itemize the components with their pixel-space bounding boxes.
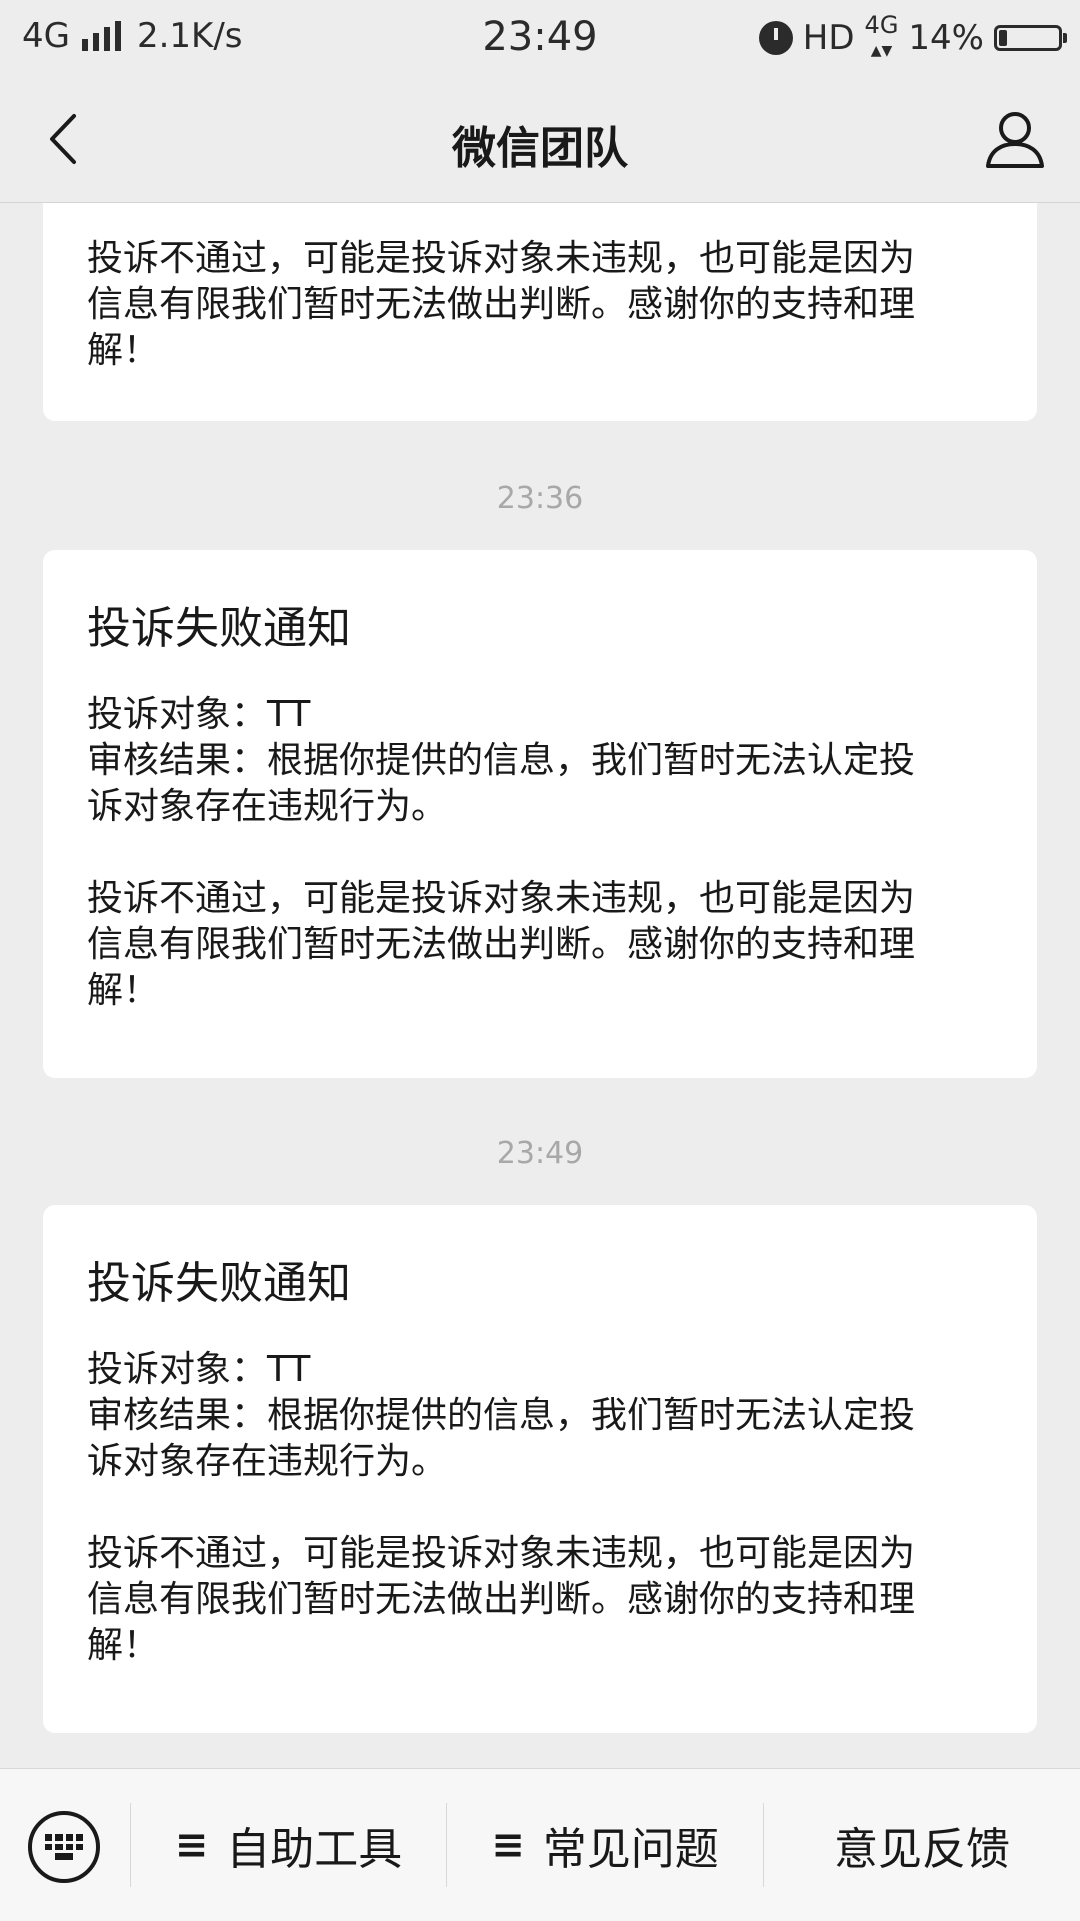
complaint-target: 投诉对象：TT xyxy=(87,694,311,735)
menu-label: 意见反馈 xyxy=(834,1824,1010,1875)
status-bar: 4G 2.1K/s 23:49 HD 4G ▲▼ 14% xyxy=(0,0,1080,76)
menu-label: 常见问题 xyxy=(542,1824,719,1875)
alarm-icon xyxy=(758,21,793,55)
message-body-line: 信息有限我们暂时无法做出判断。感谢你的支持和理 xyxy=(87,1579,916,1620)
message-card[interactable]: 投诉失败通知 投诉对象：TT 审核结果：根据你提供的信息，我们暂时无法认定投 诉… xyxy=(43,1205,1037,1733)
message-timestamp: 23:49 xyxy=(496,1136,584,1171)
complaint-target: 投诉对象：TT xyxy=(87,1349,311,1390)
person-icon xyxy=(986,112,1044,168)
hd-indicator: HD xyxy=(802,18,855,58)
message-timestamp: 23:36 xyxy=(496,481,584,516)
message-card[interactable]: 投诉失败通知 投诉对象：TT 审核结果：根据你提供的信息，我们暂时无法认定投 诉… xyxy=(43,550,1037,1078)
message-list[interactable]: 投诉不通过，可能是投诉对象未违规，也可能是因为 信息有限我们暂时无法做出判断。感… xyxy=(0,203,1080,1768)
message-body-line: 信息有限我们暂时无法做出判断。感谢你的支持和理 xyxy=(87,924,916,965)
message-body-line: 投诉不通过，可能是投诉对象未违规，也可能是因为 xyxy=(87,238,916,279)
bottom-menu-bar: ≡ 自助工具 ≡ 常见问题 意见反馈 xyxy=(0,1768,1080,1921)
battery-icon xyxy=(994,25,1067,51)
menu-self-service-tools[interactable]: ≡ 自助工具 xyxy=(131,1769,446,1921)
battery-percent: 14% xyxy=(908,18,984,58)
menu-list-icon: ≡ xyxy=(491,1822,525,1868)
profile-button[interactable] xyxy=(980,104,1050,174)
network-4g-icon: 4G ▲▼ xyxy=(864,11,899,59)
message-body-line: 解！ xyxy=(87,330,160,371)
battery-fill xyxy=(999,30,1007,46)
message-body-line: 解！ xyxy=(87,970,160,1011)
review-result-line: 诉对象存在违规行为。 xyxy=(87,1441,448,1482)
keyboard-icon xyxy=(45,1834,83,1860)
network-4g-label: 4G xyxy=(864,11,899,39)
message-body-line: 投诉不通过，可能是投诉对象未违规，也可能是因为 xyxy=(87,878,916,919)
review-result-line: 审核结果：根据你提供的信息，我们暂时无法认定投 xyxy=(87,740,916,781)
message-card: 投诉不通过，可能是投诉对象未违规，也可能是因为 信息有限我们暂时无法做出判断。感… xyxy=(43,203,1037,421)
menu-list-icon: ≡ xyxy=(174,1822,209,1868)
page-title: 微信团队 xyxy=(452,123,628,174)
menu-label: 自助工具 xyxy=(226,1824,403,1875)
menu-faq[interactable]: ≡ 常见问题 xyxy=(447,1769,763,1921)
message-title: 投诉失败通知 xyxy=(87,1258,351,1309)
review-result-line: 审核结果：根据你提供的信息，我们暂时无法认定投 xyxy=(87,1395,916,1436)
message-body-line: 解！ xyxy=(87,1625,160,1666)
message-title: 投诉失败通知 xyxy=(87,603,351,654)
keyboard-toggle-button[interactable] xyxy=(28,1811,100,1883)
status-right: HD 4G ▲▼ 14% xyxy=(758,11,1067,62)
message-body-line: 信息有限我们暂时无法做出判断。感谢你的支持和理 xyxy=(87,284,916,325)
message-body-line: 投诉不通过，可能是投诉对象未违规，也可能是因为 xyxy=(87,1533,916,1574)
nav-bar: 微信团队 xyxy=(0,76,1080,203)
menu-feedback[interactable]: 意见反馈 xyxy=(764,1769,1080,1921)
review-result-line: 诉对象存在违规行为。 xyxy=(87,786,448,827)
